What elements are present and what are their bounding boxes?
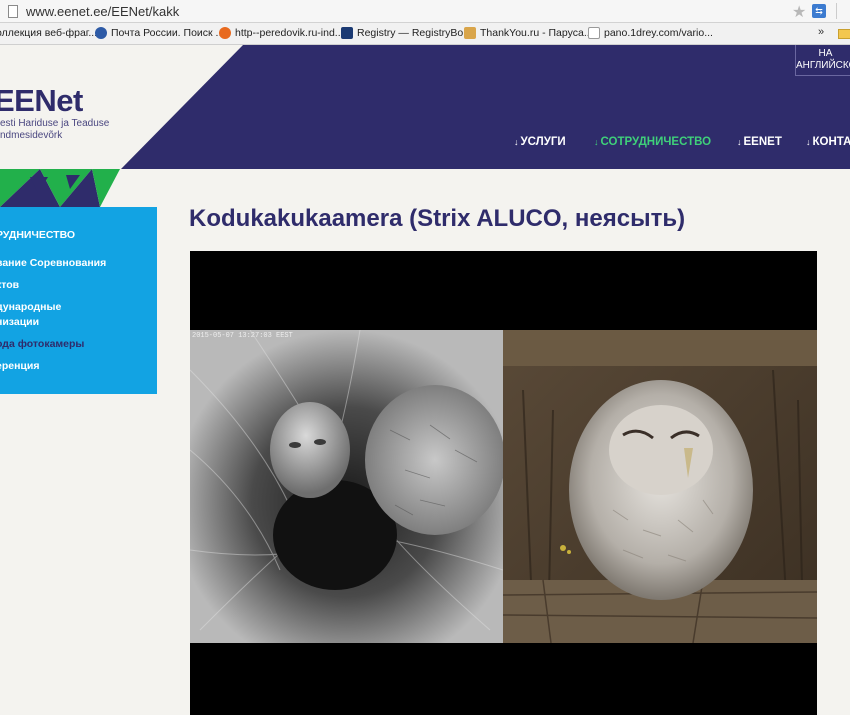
bookmark-label: оллекция веб-фраг... [0,27,98,39]
nav-item-eenet[interactable]: ↓ EENET [737,136,782,148]
nav-item-cooperation[interactable]: ↓ СОТРУДНИЧЕСТВО [594,136,711,148]
russian-post-icon [95,27,107,39]
arrow-down-icon: ↓ [737,137,742,147]
arrow-down-icon: ↓ [806,137,811,147]
bookmark-item[interactable]: оллекция веб-фраг... [0,27,97,39]
firefox-icon [219,27,231,39]
sidebar-item[interactable]: еренция [0,359,39,374]
sidebar-item[interactable]: вание Соревнования [0,256,106,271]
bookmark-item[interactable]: ThankYou.ru - Паруса... [464,27,593,39]
video-player[interactable]: 2015-05-07 13:27:03 EEST [190,251,817,715]
bookmarks-overflow-button[interactable]: » [818,26,824,38]
sidebar-item[interactable]: ктов [0,278,19,293]
logo-subtitle: esti Hariduse ja Teaduse [0,118,110,129]
sidebar-item[interactable]: дународные [0,300,61,315]
camera-feed-left: 2015-05-07 13:27:03 EEST [190,330,503,643]
bookmark-item[interactable]: http--peredovik.ru-ind... [219,27,344,39]
logo-title[interactable]: EENet [0,83,83,119]
nav-item-services[interactable]: ↓ УСЛУГИ [514,136,566,148]
sidebar-item-active[interactable]: ода фотокамеры [0,337,84,352]
camera-feed-right [503,330,817,643]
logo-subtitle: ndmesidevõrk [0,130,63,141]
bookmark-label: ThankYou.ru - Паруса... [480,27,593,39]
folder-icon[interactable] [838,29,850,39]
registry-icon [341,27,353,39]
sidebar-item[interactable]: низации [0,315,39,330]
bookmark-star-icon[interactable]: ★ [792,2,806,22]
bookmark-item[interactable]: pano.1drey.com/vario... [588,27,713,39]
browser-address-bar[interactable]: www.eenet.ee/EENet/kakk ★ ⇆ [0,0,850,23]
browser-menu-icon[interactable] [836,3,850,19]
bookmark-label: Registry — RegistryBo... [357,27,472,39]
page-icon [588,27,600,39]
arrow-down-icon: ↓ [514,137,519,147]
url-text[interactable]: www.eenet.ee/EENet/kakk [26,4,179,19]
sidebar: РУДНИЧЕСТВО вание Соревнования ктов дуна… [0,207,157,394]
translate-extension-icon[interactable]: ⇆ [812,4,826,18]
bookmarks-bar: оллекция веб-фраг... Почта России. Поиск… [0,23,850,45]
page-icon [8,5,18,18]
bookmark-item[interactable]: Registry — RegistryBo... [341,27,472,39]
page-title: Kodukakukaamera (Strix ALUCO, неясыть) [189,205,686,232]
camera-timestamp: 2015-05-07 13:27:03 EEST [192,332,293,340]
decorative-triangle-stripe [0,169,120,207]
site-header: EENet esti Hariduse ja Teaduse ndmesidev… [0,45,850,169]
bookmark-label: Почта России. Поиск ... [111,27,225,39]
language-switch-button[interactable]: НА АНГЛИЙСКОМ [795,45,850,76]
bookmark-item[interactable]: Почта России. Поиск ... [95,27,224,39]
arrow-down-icon: ↓ [594,137,599,147]
thankyou-icon [464,27,476,39]
bookmark-label: http--peredovik.ru-ind... [235,27,344,39]
nav-item-contacts[interactable]: ↓ КОНТА [806,136,850,148]
bookmark-label: pano.1drey.com/vario... [604,27,713,39]
header-navy-band [121,45,850,169]
sidebar-heading[interactable]: РУДНИЧЕСТВО [0,229,75,241]
